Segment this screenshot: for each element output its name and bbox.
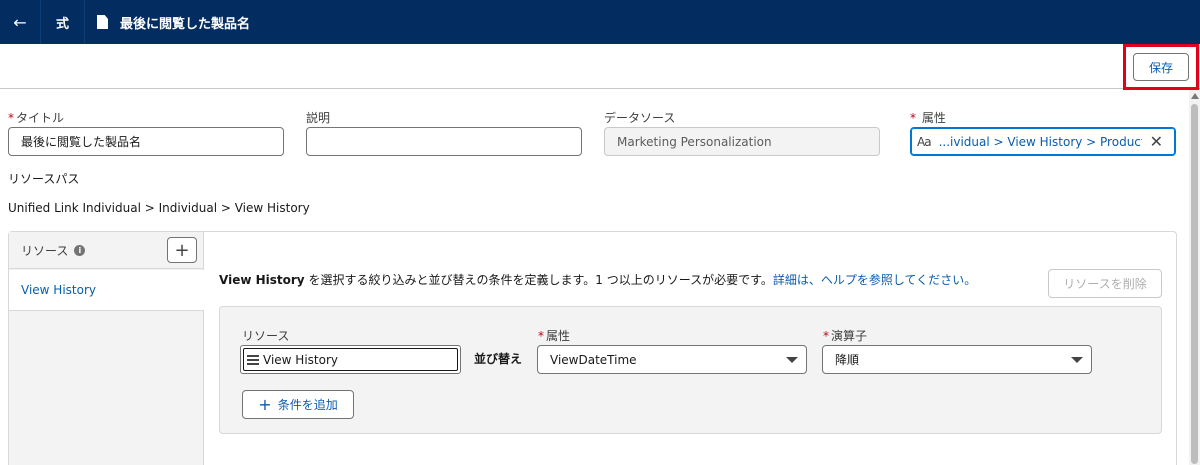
- description-label: 説明: [306, 111, 331, 125]
- operator-select[interactable]: 降順: [822, 345, 1092, 374]
- text-type-icon: Aa: [917, 134, 932, 149]
- attribute-label: * 属性: [910, 111, 946, 125]
- add-resource-button[interactable]: +: [167, 237, 197, 263]
- condition-box: リソース View History 並び替え * 属性 ViewDateTime …: [219, 306, 1162, 434]
- condition-attribute-label: * 属性: [538, 329, 571, 343]
- scroll-thumb[interactable]: [1191, 104, 1198, 464]
- formula-tab[interactable]: 式: [41, 0, 85, 44]
- resource-path: Unified Link Individual > Individual > V…: [8, 201, 310, 215]
- vertical-scrollbar[interactable]: [1189, 90, 1200, 465]
- description-input[interactable]: [306, 127, 582, 156]
- resource-path-heading: リソースパス: [8, 172, 80, 186]
- delete-resource-button[interactable]: リソースを削除: [1048, 269, 1162, 298]
- resource-panel: リソース i + View History View History を選択する…: [8, 231, 1177, 465]
- page-title-text: 最後に閲覧した製品名: [120, 16, 251, 32]
- page-title: 最後に閲覧した製品名: [97, 0, 250, 44]
- top-bar: ← 式 最後に閲覧した製品名: [0, 0, 1200, 44]
- chevron-down-icon: [1071, 357, 1083, 363]
- datasource-label: データソース: [604, 111, 676, 125]
- save-button[interactable]: 保存: [1133, 53, 1189, 81]
- document-icon: [97, 15, 108, 29]
- action-bar: [0, 44, 1200, 90]
- add-condition-label: 条件を追加: [277, 398, 338, 412]
- back-button[interactable]: ←: [0, 0, 41, 44]
- condition-resource-field[interactable]: View History: [240, 345, 461, 374]
- add-condition-button[interactable]: + 条件を追加: [242, 390, 354, 419]
- condition-attribute-value: ViewDateTime: [550, 352, 637, 367]
- list-icon: [247, 354, 259, 365]
- chevron-down-icon: [786, 357, 798, 363]
- formula-label: 式: [55, 16, 69, 32]
- resource-list: リソース i + View History: [9, 232, 204, 465]
- sort-label: 並び替え: [474, 352, 523, 366]
- condition-resource-label: リソース: [242, 329, 290, 343]
- resource-item-view-history[interactable]: View History: [9, 270, 204, 311]
- definition-description: View History を選択する絞り込みと並び替えの条件を定義します。1 つ…: [219, 271, 976, 288]
- attribute-input[interactable]: Aa ...ividual > View History > ProductNa…: [910, 127, 1176, 156]
- plus-icon: +: [258, 395, 272, 414]
- help-link[interactable]: 詳細は、ヘルプを参照してください。: [773, 273, 976, 287]
- condition-resource-value: View History: [263, 352, 338, 367]
- attribute-value: ...ividual > View History > ProductName: [938, 134, 1142, 149]
- condition-attribute-select[interactable]: ViewDateTime: [537, 345, 807, 374]
- scroll-up-arrow-icon[interactable]: [1191, 93, 1199, 99]
- title-input[interactable]: 最後に閲覧した製品名: [8, 127, 284, 156]
- definition-text: を選択する絞り込みと並び替えの条件を定義します。1 つ以上のリソースが必要です。: [304, 273, 773, 287]
- operator-value: 降順: [835, 353, 860, 367]
- info-icon[interactable]: i: [74, 244, 86, 256]
- operator-label: * 演算子: [823, 329, 868, 343]
- definition-resource-name: View History: [219, 273, 305, 287]
- datasource-input: Marketing Personalization: [604, 127, 880, 156]
- arrow-left-icon: ←: [13, 12, 27, 32]
- clear-icon[interactable]: ✕: [1150, 132, 1163, 151]
- resource-list-title: リソース: [21, 243, 69, 258]
- plus-icon: +: [174, 239, 190, 261]
- title-label: * タイトル: [8, 111, 65, 125]
